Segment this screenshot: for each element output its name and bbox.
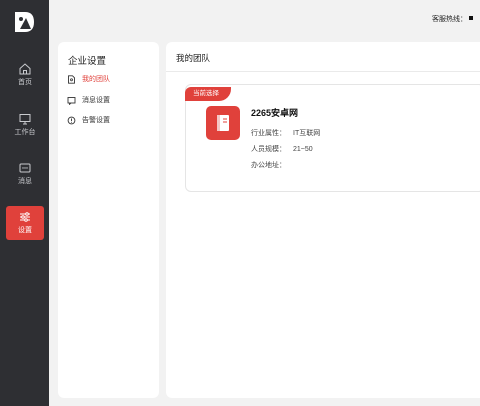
main-content: 我的团队 当前选择 2265安卓网 行业属性： IT互联网 人员规模： 21~50 … bbox=[166, 42, 480, 398]
nav-item-label: 工作台 bbox=[14, 129, 36, 136]
team-doc-icon bbox=[68, 74, 75, 84]
menu-item-label: 消息设置 bbox=[82, 97, 110, 104]
hotline-value-marker bbox=[469, 16, 473, 20]
address-label: 办公地址： bbox=[251, 162, 286, 169]
bell-alert-icon bbox=[67, 116, 76, 124]
top-bar: 客服热线： bbox=[49, 0, 480, 40]
industry-row: 行业属性： IT互联网 bbox=[251, 128, 320, 138]
nav-item-settings[interactable]: 设置 bbox=[6, 206, 44, 240]
address-row: 办公地址： bbox=[251, 160, 293, 170]
nav-item-workbench[interactable]: 工作台 bbox=[6, 108, 44, 142]
nav-item-label: 首页 bbox=[18, 79, 32, 86]
menu-item-alert-settings[interactable]: 告警设置 bbox=[67, 114, 110, 126]
nav-item-label: 消息 bbox=[18, 178, 32, 185]
menu-item-label: 我的团队 bbox=[82, 76, 110, 83]
nav-item-home[interactable]: 首页 bbox=[6, 58, 44, 92]
main-header: 我的团队 bbox=[166, 42, 480, 72]
hotline-label: 客服热线： bbox=[432, 16, 467, 23]
home-icon bbox=[19, 63, 31, 75]
team-document-icon bbox=[217, 115, 229, 131]
settings-title: 企业设置 bbox=[68, 56, 107, 67]
size-label: 人员规模： bbox=[251, 146, 286, 153]
size-value: 21~50 bbox=[293, 146, 313, 153]
team-logo bbox=[206, 106, 240, 140]
current-selection-badge: 当前选择 bbox=[185, 87, 231, 101]
menu-item-label: 告警设置 bbox=[82, 117, 110, 124]
monitor-icon bbox=[19, 114, 31, 125]
main-nav: 首页 工作台 消息 设置 bbox=[0, 0, 49, 406]
settings-panel: 企业设置 我的团队 消息设置 告警设置 bbox=[58, 42, 159, 398]
team-card[interactable]: 当前选择 2265安卓网 行业属性： IT互联网 人员规模： 21~50 办公地址： bbox=[185, 84, 480, 192]
team-name: 2265安卓网 bbox=[251, 108, 299, 118]
message-square-icon bbox=[67, 96, 76, 105]
menu-item-my-team[interactable]: 我的团队 bbox=[67, 73, 110, 85]
nav-item-label: 设置 bbox=[18, 227, 32, 234]
logo-icon[interactable] bbox=[12, 10, 36, 34]
industry-label: 行业属性： bbox=[251, 130, 286, 137]
industry-value: IT互联网 bbox=[293, 130, 321, 137]
page-title: 我的团队 bbox=[176, 53, 211, 63]
size-row: 人员规模： 21~50 bbox=[251, 144, 313, 154]
sliders-icon bbox=[20, 212, 30, 222]
nav-item-messages[interactable]: 消息 bbox=[6, 157, 44, 191]
menu-item-message-settings[interactable]: 消息设置 bbox=[67, 94, 110, 106]
message-icon bbox=[19, 163, 31, 173]
hotline: 客服热线： bbox=[432, 14, 473, 24]
